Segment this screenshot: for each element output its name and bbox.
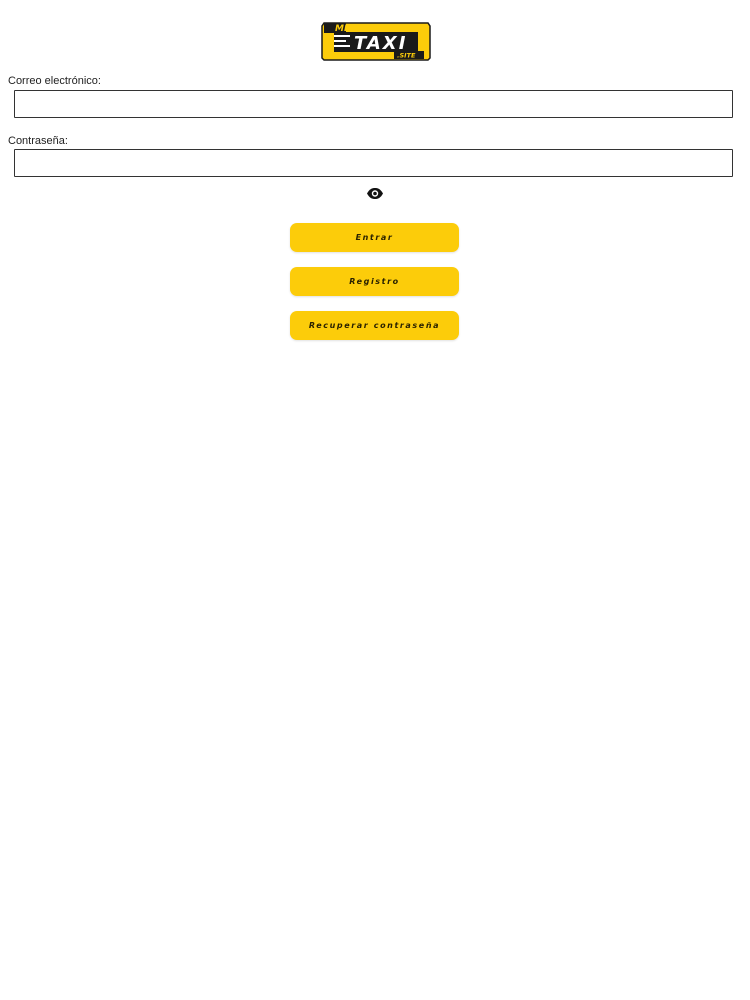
recover-password-button-label: Recuperar contraseña bbox=[308, 321, 441, 330]
login-page: MI TAXI .SITE Correo electrónico: Contra… bbox=[0, 0, 750, 1000]
email-field[interactable] bbox=[14, 90, 733, 118]
enter-button-label: Entrar bbox=[355, 233, 394, 242]
logo-top-text: MI bbox=[335, 24, 348, 34]
register-button[interactable]: Registro bbox=[290, 267, 459, 296]
eye-icon[interactable] bbox=[366, 187, 384, 200]
email-label: Correo electrónico: bbox=[8, 75, 101, 87]
enter-button[interactable]: Entrar bbox=[290, 223, 459, 252]
password-field[interactable] bbox=[14, 149, 733, 177]
mitaxi-logo: MI TAXI .SITE bbox=[320, 20, 432, 62]
register-button-label: Registro bbox=[349, 277, 400, 286]
password-label: Contraseña: bbox=[8, 135, 68, 147]
recover-password-button[interactable]: Recuperar contraseña bbox=[290, 311, 459, 340]
logo-bottom-text: .SITE bbox=[397, 52, 416, 60]
